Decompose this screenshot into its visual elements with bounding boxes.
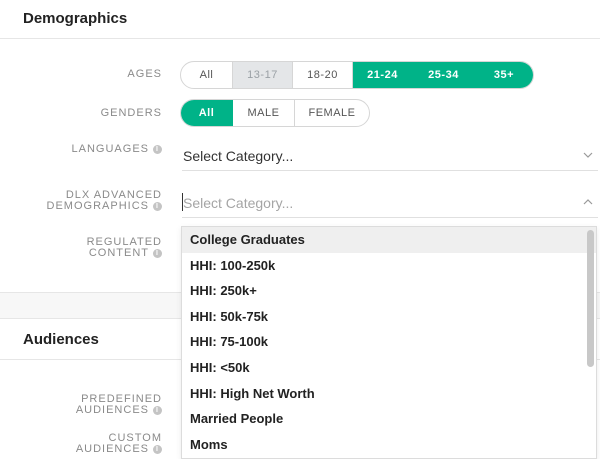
info-icon[interactable]: i [153, 201, 162, 211]
predefined-audiences-label: PREDEFINED AUDIENCES i [12, 394, 162, 416]
dropdown-option[interactable]: HHI: 50k-75k [182, 304, 596, 330]
gender-option-all[interactable]: All [181, 100, 233, 126]
languages-label: LANGUAGES i [12, 144, 162, 155]
languages-label-text: LANGUAGES [71, 143, 149, 155]
demographics-divider [0, 38, 600, 39]
dropdown-option[interactable]: HHI: 100-250k [182, 253, 596, 279]
chevron-down-icon [583, 152, 593, 158]
audiences-title: Audiences [23, 331, 99, 348]
dlx-demographics-dropdown-menu: College Graduates HHI: 100-250k HHI: 250… [181, 226, 597, 459]
age-option-18-20[interactable]: 18-20 [293, 62, 353, 88]
info-icon[interactable]: i [153, 248, 162, 258]
custom-audiences-label: CUSTOM AUDIENCES i [12, 433, 162, 455]
languages-select-value: Select Category... [183, 148, 294, 164]
dropdown-option[interactable]: HHI: 75-100k [182, 329, 596, 355]
demographics-title: Demographics [23, 10, 128, 27]
age-option-21-24[interactable]: 21-24 [353, 62, 413, 88]
age-option-all[interactable]: All [181, 62, 233, 88]
dropdown-option[interactable]: Moms [182, 432, 596, 458]
custom-label-line2: AUDIENCES i [12, 444, 162, 455]
dropdown-option[interactable]: HHI: High Net Worth [182, 381, 596, 407]
dlx-demographics-placeholder: Select Category... [183, 195, 294, 211]
ages-label: AGES [127, 68, 162, 80]
genders-label: GENDERS [100, 107, 162, 119]
info-icon[interactable]: i [153, 405, 162, 415]
dropdown-option[interactable]: HHI: 250k+ [182, 278, 596, 304]
gender-option-female[interactable]: FEMALE [295, 100, 369, 126]
dropdown-option[interactable]: College Graduates [182, 227, 596, 253]
regulated-content-label: REGULATED CONTENT i [12, 237, 162, 259]
predefined-label-line2: AUDIENCES i [12, 405, 162, 416]
dropdown-scrollbar-thumb[interactable] [587, 230, 594, 367]
ages-segmented-control: All 13-17 18-20 21-24 25-34 35+ [180, 61, 534, 89]
regulated-label-line2: CONTENT i [12, 248, 162, 259]
age-option-13-17: 13-17 [233, 62, 293, 88]
dlx-demographics-label: DLX ADVANCED DEMOGRAPHICS i [12, 190, 162, 212]
info-icon[interactable]: i [153, 144, 162, 154]
chevron-up-icon [583, 199, 593, 205]
dropdown-option[interactable]: Married People [182, 406, 596, 432]
dlx-demographics-select[interactable]: Select Category... [182, 188, 598, 218]
dlx-label-line2: DEMOGRAPHICS i [12, 201, 162, 212]
age-option-35-plus[interactable]: 35+ [475, 62, 533, 88]
genders-segmented-control: All MALE FEMALE [180, 99, 370, 127]
languages-select[interactable]: Select Category... [182, 141, 598, 171]
age-option-25-34[interactable]: 25-34 [413, 62, 475, 88]
gender-option-male[interactable]: MALE [233, 100, 295, 126]
info-icon[interactable]: i [153, 444, 162, 454]
dropdown-option[interactable]: HHI: <50k [182, 355, 596, 381]
